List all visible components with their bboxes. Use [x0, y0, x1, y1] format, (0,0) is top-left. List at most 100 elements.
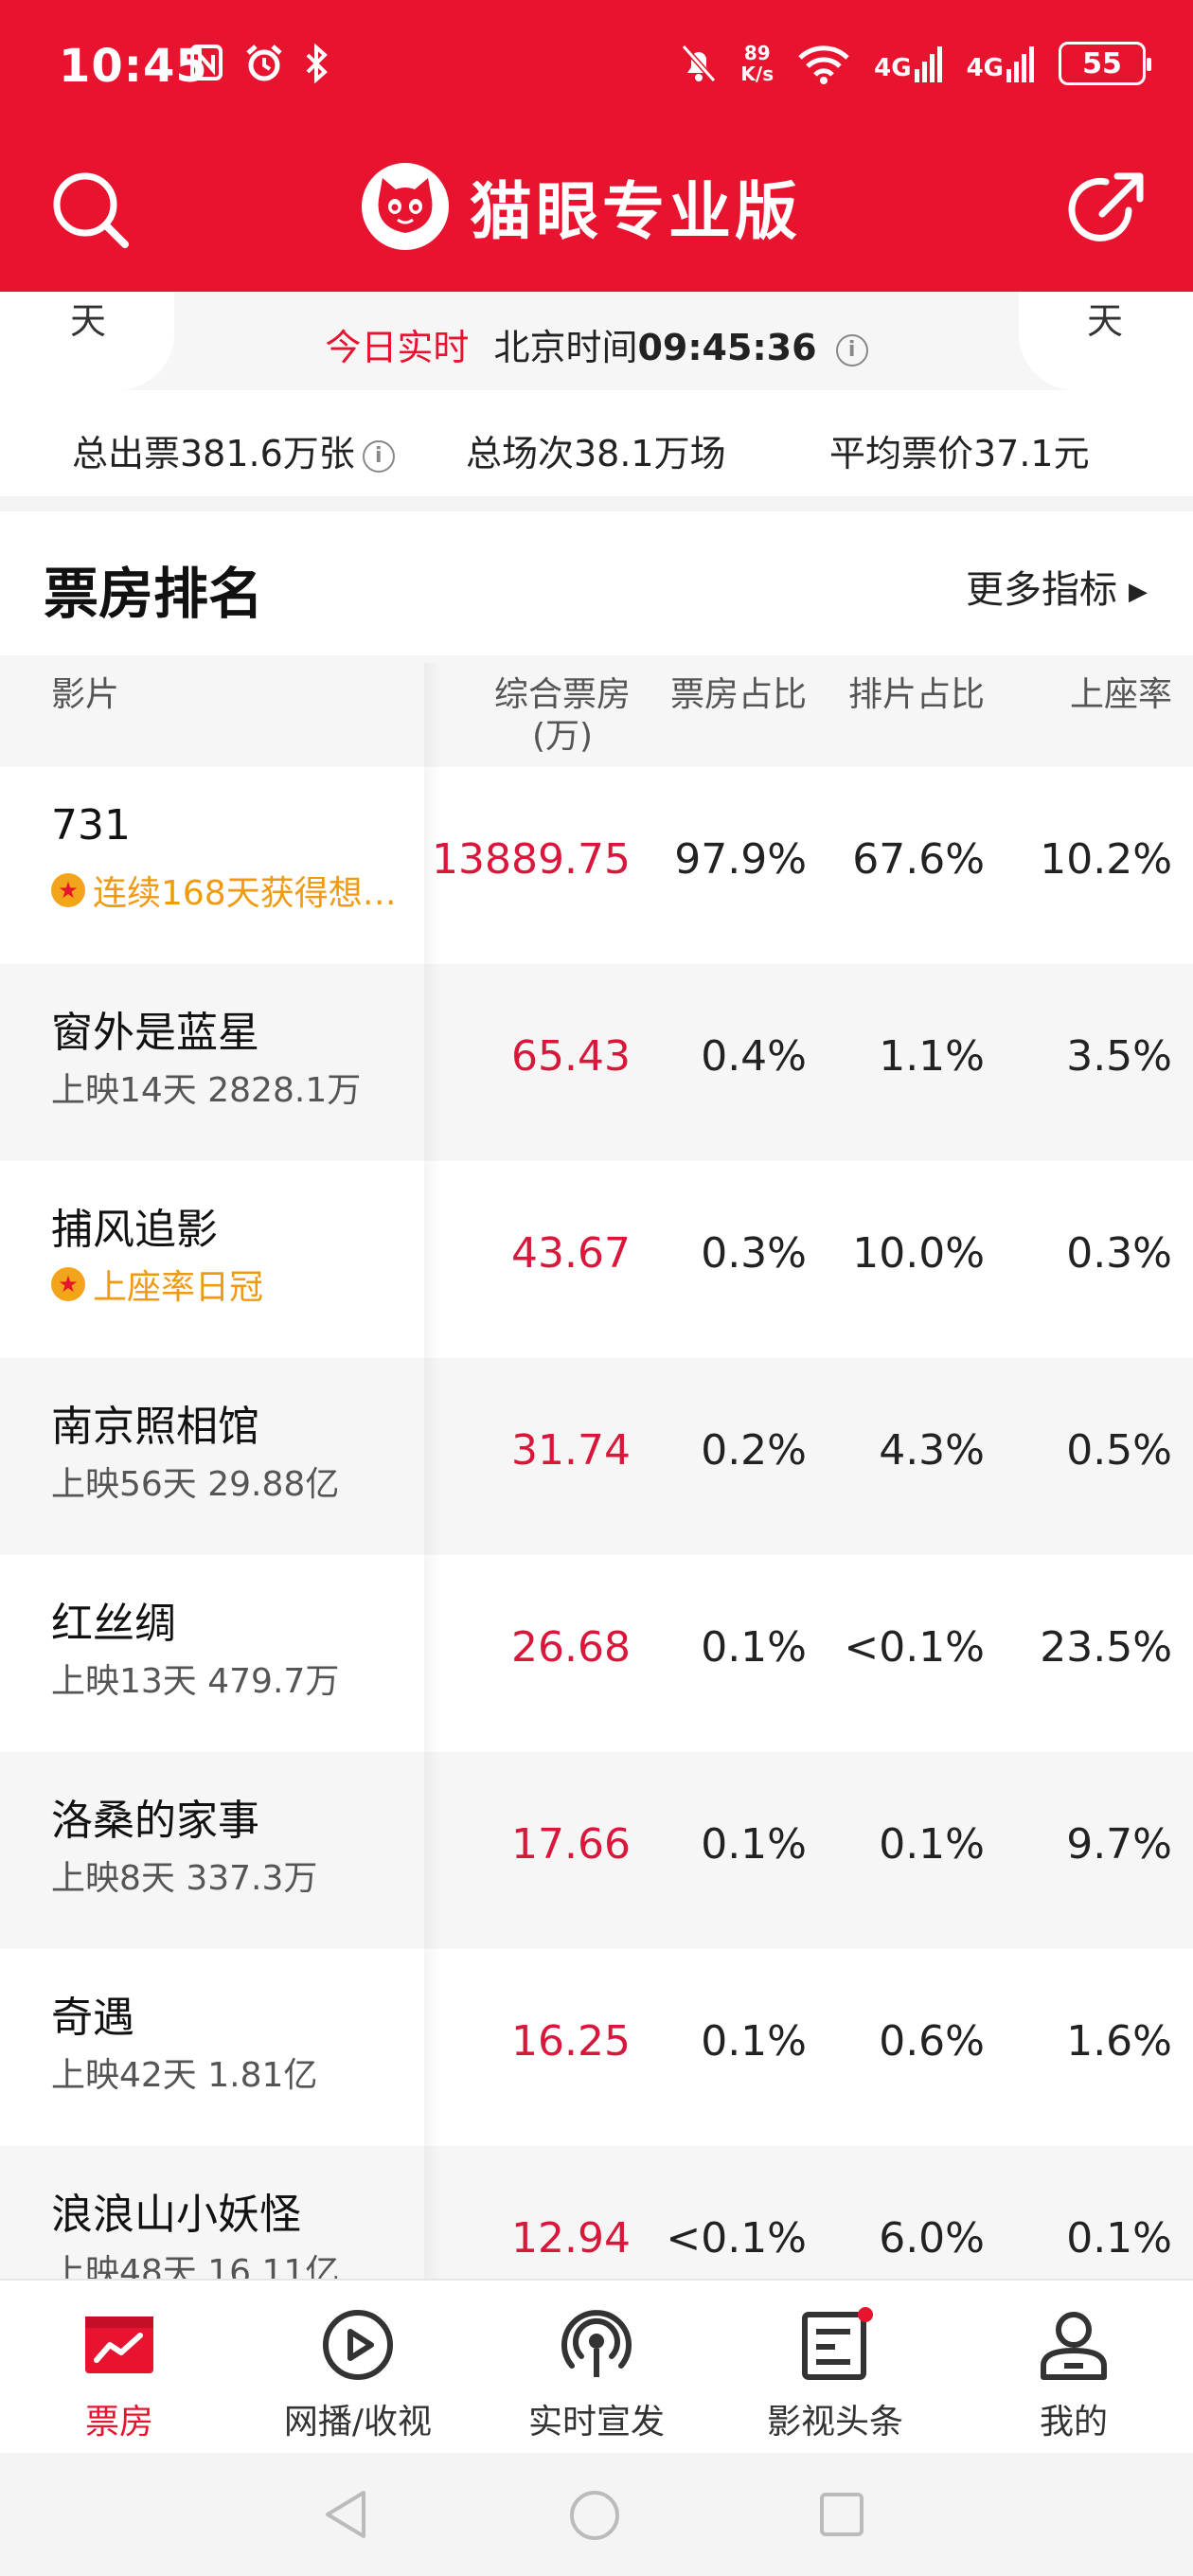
movie-subinfo: 上映13天 479.7万	[51, 1662, 340, 1701]
box-share-value: 0.4%	[701, 1032, 807, 1081]
beijing-time: 北京时间09:45:36	[493, 327, 817, 368]
table-row[interactable]: 洛桑的家事 上映8天 337.3万 17.66 0.1% 0.1% 9.7%	[0, 1752, 1193, 1949]
table-row[interactable]: 奇遇上映42天 1.81亿 16.25 0.1% 0.6% 1.6%	[0, 1949, 1193, 2146]
movie-name: 南京照相馆	[51, 1403, 259, 1451]
info-icon[interactable]: i	[835, 333, 868, 367]
show-share-value: <0.1%	[844, 1623, 985, 1672]
movie-name: 窗外是蓝星	[51, 1009, 259, 1057]
movie-subinfo: 上座率日冠	[51, 1260, 263, 1309]
nfc-icon	[190, 45, 223, 80]
movie-name: 红丝绸	[51, 1600, 176, 1648]
brand: 猫眼专业版	[362, 161, 801, 252]
ranking-rows: 731 连续168天获得想… 13889.75 97.9% 67.6% 10.2% 窗外是蓝…	[0, 767, 1193, 2279]
box-office-value: 13889.75	[432, 835, 631, 884]
show-share-value: 67.6%	[852, 835, 985, 884]
home-icon[interactable]	[568, 2489, 621, 2542]
movie-name: 731	[51, 801, 131, 850]
share-icon	[1068, 172, 1144, 242]
avg-price: 平均票价37.1元	[829, 433, 1090, 474]
caret-right-icon: ▶	[1129, 578, 1148, 606]
cat-logo-icon	[362, 163, 449, 250]
play-icon	[320, 2307, 396, 2383]
wifi-icon	[798, 45, 849, 84]
box-share-value: 0.2%	[701, 1426, 807, 1475]
movie-name: 捕风追影	[51, 1206, 218, 1254]
col-box-share[interactable]: 票房占比	[670, 674, 807, 716]
box-office-value: 43.67	[511, 1229, 631, 1278]
seat-rate-value: 3.5%	[1066, 1032, 1172, 1081]
box-office-value: 16.25	[511, 2017, 631, 2066]
search-button[interactable]	[47, 167, 133, 252]
box-office-value: 26.68	[511, 1623, 631, 1672]
signal-bars-icon	[1006, 46, 1034, 82]
total-shows: 总场次38.1万场	[466, 433, 726, 474]
info-icon[interactable]: i	[362, 439, 395, 473]
seat-rate-value: 23.5%	[1040, 1623, 1172, 1672]
movie-subinfo: 上映56天 29.88亿	[51, 1465, 340, 1504]
table-row[interactable]: 731 连续168天获得想… 13889.75 97.9% 67.6% 10.2%	[0, 767, 1193, 964]
movie-subinfo: 上映14天 2828.1万	[51, 1071, 362, 1110]
tab-news[interactable]: 影视头条	[740, 2307, 930, 2443]
show-share-value: 6.0%	[879, 2214, 985, 2263]
box-share-value: 0.1%	[701, 2017, 807, 2066]
show-share-value: 10.0%	[852, 1229, 985, 1278]
table-row[interactable]: 红丝绸 上映13天 479.7万 26.68 0.1% <0.1% 23.5%	[0, 1555, 1193, 1752]
show-share-value: 1.1%	[879, 1032, 985, 1081]
box-office-ranking: 票房排名 更多指标 ▶ 影片 综合票房 (万) 票房占比 排片占比 上座率 731…	[0, 511, 1193, 2279]
search-icon	[53, 172, 129, 248]
movie-name: 奇遇	[51, 1994, 134, 2042]
medal-icon	[51, 1267, 85, 1301]
table-row[interactable]: 窗外是蓝星上映14天 2828.1万 65.43 0.4% 1.1% 3.5%	[0, 964, 1193, 1161]
section-title: 票房排名	[44, 562, 264, 626]
battery-indicator: 55	[1059, 42, 1151, 85]
show-share-value: 4.3%	[879, 1426, 985, 1475]
tab-broadcast[interactable]: 实时宣发	[502, 2307, 691, 2443]
table-row[interactable]: 捕风追影上座率日冠 43.67 0.3% 10.0% 0.3%	[0, 1161, 1193, 1358]
recents-icon[interactable]	[818, 2491, 865, 2538]
share-button[interactable]	[1064, 167, 1149, 252]
movie-name: 浪浪山小妖怪	[51, 2191, 301, 2239]
movie-subinfo: 上映8天 337.3万	[51, 1859, 318, 1898]
box-share-value: 0.1%	[701, 1820, 807, 1869]
status-left-icons	[189, 44, 329, 83]
seat-rate-value: 0.3%	[1066, 1229, 1172, 1278]
show-share-value: 0.6%	[879, 2017, 985, 2066]
back-icon[interactable]	[322, 2489, 369, 2540]
status-bar: 10:45 89 K/s 4G 4G 55	[0, 0, 1193, 142]
tab-chart[interactable]: 票房	[25, 2307, 214, 2443]
col-film: 影片	[51, 675, 120, 714]
signal-bars-icon	[914, 46, 942, 82]
news-icon	[797, 2307, 873, 2383]
table-row[interactable]: 浪浪山小妖怪上映48天 16.11亿 12.94 <0.1% 6.0% 0.1%	[0, 2146, 1193, 2279]
box-office-value: 12.94	[511, 2214, 631, 2263]
col-box-office[interactable]: 综合票房 (万)	[494, 674, 631, 758]
movie-subinfo: 上映42天 1.81亿	[51, 2056, 318, 2095]
col-show-share[interactable]: 排片占比	[848, 674, 985, 716]
bluetooth-icon	[306, 44, 328, 83]
seat-rate-value: 10.2%	[1040, 835, 1172, 884]
user-icon	[1036, 2307, 1112, 2383]
frozen-column-shadow	[424, 663, 441, 2279]
col-seat-rate[interactable]: 上座率	[1070, 674, 1172, 716]
movie-subinfo: 连续168天获得想…	[51, 866, 397, 915]
movie-name: 洛桑的家事	[51, 1797, 259, 1845]
signal-2: 4G	[967, 45, 1036, 82]
broadcast-icon	[559, 2307, 634, 2383]
signal-1: 4G	[874, 45, 943, 82]
box-office-value: 65.43	[511, 1032, 631, 1081]
table-row[interactable]: 南京照相馆 上映56天 29.88亿 31.74 0.2% 4.3% 0.5%	[0, 1358, 1193, 1555]
more-metrics-button[interactable]: 更多指标 ▶	[966, 559, 1148, 614]
tab-play[interactable]: 网播/收视	[263, 2307, 453, 2443]
box-share-value: <0.1%	[666, 2214, 807, 2263]
status-time: 10:45	[59, 40, 208, 93]
box-office-value: 17.66	[511, 1820, 631, 1869]
table-header: 影片 综合票房 (万) 票房占比 排片占比 上座率	[0, 655, 1193, 767]
seat-rate-value: 1.6%	[1066, 2017, 1172, 2066]
tab-user[interactable]: 我的	[979, 2307, 1168, 2443]
movie-subinfo: 上映48天 16.11亿	[51, 2253, 340, 2279]
seat-rate-value: 0.1%	[1066, 2214, 1172, 2263]
live-label: 今日实时	[325, 327, 470, 368]
app-header: 10:45 89 K/s 4G 4G 55 猫眼专业版	[0, 0, 1193, 292]
box-office-value: 31.74	[511, 1426, 631, 1475]
mute-bell-icon	[682, 45, 717, 82]
